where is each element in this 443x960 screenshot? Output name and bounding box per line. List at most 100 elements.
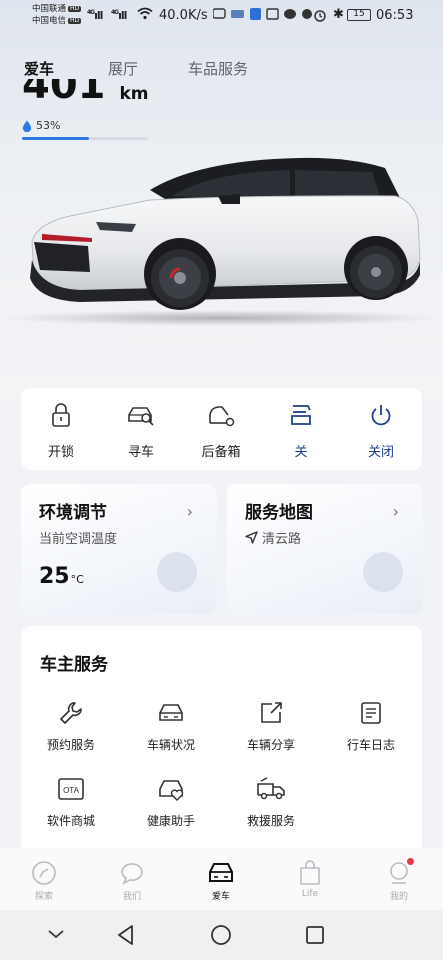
service-map-tile[interactable]: 服务地图 › 清云路 bbox=[227, 484, 423, 614]
climate-subtitle: 当前空调温度 bbox=[39, 532, 118, 547]
carrier-2: 中国电信 HD bbox=[32, 16, 82, 26]
notification-icons bbox=[212, 7, 317, 25]
nav-me[interactable]: 我的 bbox=[369, 858, 429, 902]
window-close-label: 关 bbox=[294, 445, 308, 460]
trunk-button[interactable]: 后备箱 bbox=[186, 402, 256, 460]
battery-icon: 15 bbox=[347, 9, 371, 21]
charge-status: 53% bbox=[22, 119, 60, 132]
recents-button[interactable] bbox=[304, 924, 326, 950]
climate-tile[interactable]: 环境调节 › 当前空调温度 25°C bbox=[21, 484, 217, 614]
chevron-right-icon: › bbox=[186, 502, 193, 521]
network-speed: 40.0K/s bbox=[159, 8, 208, 23]
power-off-button[interactable]: 关闭 bbox=[346, 402, 416, 460]
find-car-label: 寻车 bbox=[127, 445, 154, 460]
owner-services-title: 车主服务 bbox=[40, 655, 108, 675]
rescue-icon bbox=[257, 777, 285, 800]
chevron-right-icon: › bbox=[392, 502, 399, 521]
signal-icon: 4Gıll bbox=[111, 9, 127, 22]
health-assistant-item[interactable]: 健康助手 bbox=[126, 776, 216, 829]
compass-icon bbox=[32, 861, 56, 885]
nav-my-car-label: 爱车 bbox=[211, 892, 230, 902]
trunk-label: 后备箱 bbox=[201, 445, 241, 460]
share-icon bbox=[261, 702, 282, 723]
chat-bubble-icon bbox=[121, 863, 143, 885]
service-map-location: 清云路 bbox=[245, 528, 301, 547]
nav-us-label: 我们 bbox=[122, 892, 141, 902]
fan-decoration bbox=[157, 552, 197, 592]
software-store-item[interactable]: OTA 软件商城 bbox=[26, 776, 116, 829]
find-car-icon bbox=[128, 407, 154, 426]
power-off-label: 关闭 bbox=[367, 445, 394, 460]
tab-my-car[interactable]: 爱车 bbox=[24, 58, 54, 79]
tab-car-products[interactable]: 车品服务 bbox=[188, 58, 248, 79]
signal-icon: 4Gıll bbox=[87, 9, 103, 22]
window-close-button[interactable]: 关 bbox=[266, 402, 336, 460]
mileage-unit: km bbox=[119, 84, 149, 104]
car-status-icon bbox=[159, 704, 183, 721]
car-image[interactable] bbox=[0, 150, 443, 330]
status-bar: 中国联通 HD 中国电信 HD 4Gıll 4Gıll 40.0K/s ✱ 15 0… bbox=[0, 0, 443, 32]
home-circle-icon bbox=[211, 925, 231, 945]
nav-my-car[interactable]: 爱车 bbox=[191, 860, 251, 902]
chevron-down-icon bbox=[48, 930, 64, 939]
service-label: 车辆状况 bbox=[146, 738, 195, 752]
shopping-bag-icon bbox=[300, 860, 320, 885]
car-icon bbox=[209, 863, 233, 882]
nav-us[interactable]: 我们 bbox=[102, 860, 162, 902]
collapse-button[interactable] bbox=[46, 924, 66, 948]
service-label: 软件商城 bbox=[46, 814, 95, 828]
nav-me-label: 我的 bbox=[389, 892, 408, 902]
tab-showroom[interactable]: 展厅 bbox=[108, 58, 138, 79]
power-icon bbox=[371, 405, 391, 426]
rescue-service-item[interactable]: 救援服务 bbox=[226, 776, 316, 829]
wifi-icon bbox=[137, 7, 153, 24]
map-pin-decoration bbox=[363, 552, 403, 592]
window-icon bbox=[291, 405, 311, 425]
health-icon bbox=[159, 780, 184, 801]
nav-explore-label: 探索 bbox=[34, 892, 53, 902]
service-label: 健康助手 bbox=[146, 814, 195, 828]
climate-title: 环境调节 bbox=[39, 503, 107, 523]
charge-bar-fill bbox=[22, 137, 89, 140]
mileage-value: 401 bbox=[22, 79, 106, 107]
vehicle-status-item[interactable]: 车辆状况 bbox=[126, 700, 216, 753]
service-booking-item[interactable]: 预约服务 bbox=[26, 700, 116, 753]
nav-explore[interactable]: 探索 bbox=[14, 860, 74, 902]
nav-life[interactable]: Life bbox=[280, 860, 340, 899]
bottom-navigation: 探索 我们 爱车 Life 我的 bbox=[0, 848, 443, 910]
unlock-button[interactable]: 开锁 bbox=[26, 402, 96, 460]
alarm-icon bbox=[313, 8, 327, 24]
vehicle-share-item[interactable]: 车辆分享 bbox=[226, 700, 316, 753]
service-map-title: 服务地图 bbox=[245, 503, 313, 523]
trunk-icon bbox=[209, 406, 235, 427]
navigation-arrow-icon bbox=[245, 531, 258, 544]
service-label: 车辆分享 bbox=[246, 738, 295, 752]
car-shadow bbox=[0, 310, 443, 326]
home-button[interactable] bbox=[210, 924, 232, 950]
nav-life-label: Life bbox=[301, 889, 319, 899]
droplet-icon bbox=[22, 120, 32, 132]
climate-temperature: 25°C bbox=[39, 564, 84, 589]
log-icon bbox=[361, 702, 381, 724]
mileage-display: 401 km bbox=[22, 79, 149, 107]
unlock-label: 开锁 bbox=[47, 445, 74, 460]
charge-bar bbox=[22, 137, 148, 140]
recents-square-icon bbox=[306, 926, 324, 944]
bluetooth-icon: ✱ bbox=[333, 7, 344, 22]
clock: 06:53 bbox=[376, 8, 414, 23]
charge-percent: 53% bbox=[36, 119, 61, 132]
notification-badge bbox=[407, 858, 414, 865]
back-button[interactable] bbox=[115, 924, 137, 950]
back-triangle-icon bbox=[118, 925, 133, 945]
carrier-1: 中国联通 HD bbox=[32, 4, 82, 14]
svg-text:OTA: OTA bbox=[63, 786, 80, 795]
quick-controls-card: 开锁 寻车 后备箱 关 关闭 bbox=[21, 388, 422, 470]
wrench-icon bbox=[60, 702, 82, 724]
driving-log-item[interactable]: 行车日志 bbox=[326, 700, 416, 753]
suv-illustration bbox=[30, 157, 421, 310]
service-label: 救援服务 bbox=[246, 814, 295, 828]
find-car-button[interactable]: 寻车 bbox=[106, 402, 176, 460]
service-label: 预约服务 bbox=[46, 738, 95, 752]
ota-icon: OTA bbox=[58, 778, 84, 800]
system-navigation-bar bbox=[0, 910, 443, 960]
